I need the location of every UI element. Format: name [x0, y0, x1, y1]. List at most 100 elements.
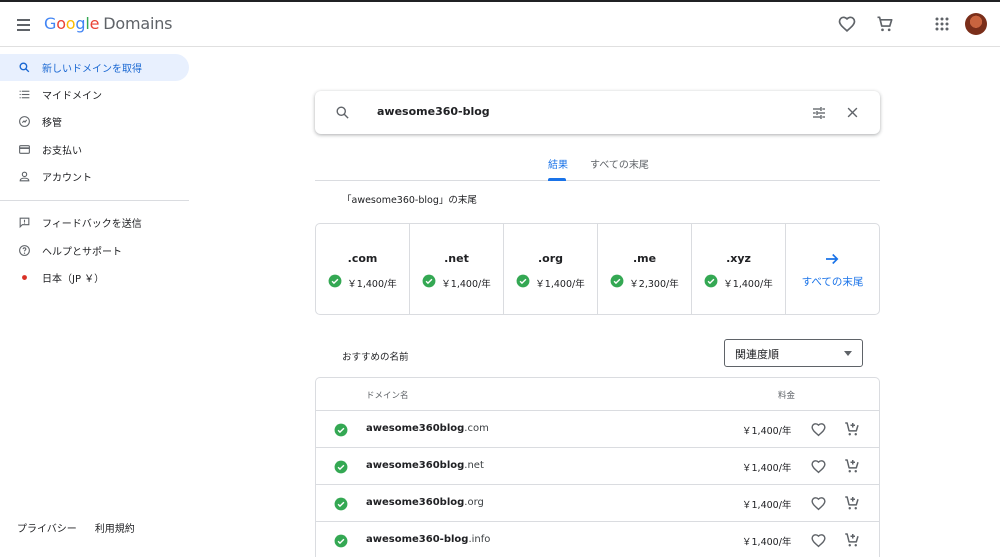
top-app-bar: Google Domains: [0, 0, 1000, 47]
sidebar-divider: [0, 200, 189, 201]
add-to-cart-icon[interactable]: [843, 494, 861, 516]
japan-flag-dot-icon: [17, 271, 31, 285]
all-endings-button[interactable]: すべての末尾: [786, 224, 879, 314]
domain-name: awesome360blog.org: [366, 497, 484, 508]
active-tab-indicator: [548, 178, 566, 181]
domain-tld: .net: [464, 460, 484, 471]
sidebar-item-billing[interactable]: お支払い: [0, 136, 189, 163]
heart-icon[interactable]: [810, 458, 827, 479]
sidebar-item-label: 新しいドメインを取得: [42, 64, 142, 75]
sidebar-item-transfer[interactable]: 移管: [0, 108, 189, 135]
domain-tld: .com: [464, 423, 489, 434]
credit-card-icon: [17, 143, 31, 157]
sort-dropdown[interactable]: 関連度順: [724, 339, 863, 367]
recommended-heading: おすすめの名前: [342, 352, 409, 363]
sidebar-item-get-domain[interactable]: 新しいドメインを取得: [0, 54, 189, 81]
available-check-icon: [422, 274, 436, 291]
apps-icon[interactable]: [932, 14, 952, 34]
heart-icon[interactable]: [810, 532, 827, 553]
filter-tune-icon[interactable]: [811, 105, 827, 125]
domain-search-box[interactable]: awesome360-blog: [315, 91, 880, 134]
available-check-icon: [516, 274, 530, 291]
available-check-icon: [334, 459, 348, 478]
sidebar-item-label: アカウント: [42, 173, 92, 184]
search-icon[interactable]: [335, 105, 350, 124]
tld-price: ￥1,400/年: [347, 278, 397, 290]
domain-name: awesome360blog.com: [366, 423, 489, 434]
domain-price: ￥1,400/年: [742, 537, 792, 548]
domain-base: awesome360blog: [366, 423, 465, 434]
list-icon: [17, 88, 31, 102]
domain-base: awesome360blog: [366, 497, 465, 508]
results-table: ドメイン名 料金 awesome360blog.com ￥1,400/年 awe…: [315, 377, 880, 557]
domain-price: ￥1,400/年: [742, 463, 792, 474]
sidebar-item-help[interactable]: ヘルプとサポート: [0, 237, 189, 264]
google-domains-logo[interactable]: Google Domains: [44, 14, 172, 33]
cart-icon[interactable]: [875, 14, 895, 34]
tld-name: .xyz: [726, 252, 751, 265]
search-input[interactable]: awesome360-blog: [377, 105, 490, 118]
table-row[interactable]: awesome360blog.net ￥1,400/年: [316, 448, 879, 485]
tab-results[interactable]: 結果: [548, 156, 568, 171]
tld-option[interactable]: .org ￥1,400/年: [504, 224, 598, 314]
add-to-cart-icon[interactable]: [843, 457, 861, 479]
heart-icon[interactable]: [810, 495, 827, 516]
domain-price: ￥1,400/年: [742, 426, 792, 437]
available-check-icon: [610, 274, 624, 291]
logo-letter: G: [44, 14, 57, 33]
tld-name: .com: [347, 252, 378, 265]
search-icon: [17, 61, 31, 75]
close-icon[interactable]: [845, 105, 860, 124]
sidebar-item-label: 移管: [42, 118, 62, 129]
avatar[interactable]: [965, 13, 987, 35]
available-check-icon: [328, 274, 342, 291]
sidebar-item-account[interactable]: アカウント: [0, 163, 189, 190]
chevron-down-icon: [844, 351, 852, 356]
privacy-link[interactable]: プライバシー: [17, 520, 77, 535]
available-check-icon: [704, 274, 718, 291]
tld-price: ￥2,300/年: [629, 278, 679, 290]
tld-option[interactable]: .com ￥1,400/年: [316, 224, 410, 314]
terms-link[interactable]: 利用規約: [95, 520, 135, 535]
tld-name: .org: [537, 252, 564, 265]
tab-all-endings[interactable]: すべての末尾: [590, 156, 649, 171]
logo-product-name: Domains: [103, 14, 173, 33]
domain-tld: .info: [468, 534, 491, 545]
sidebar-item-region[interactable]: 日本（JP ￥）: [0, 264, 189, 291]
heart-icon[interactable]: [810, 421, 827, 442]
domain-tld: .org: [464, 497, 484, 508]
tld-option[interactable]: .net ￥1,400/年: [410, 224, 504, 314]
menu-icon[interactable]: [14, 13, 36, 35]
add-to-cart-icon[interactable]: [843, 420, 861, 442]
available-check-icon: [334, 422, 348, 441]
sidebar-item-label: 日本（JP ￥）: [42, 274, 105, 285]
domain-name: awesome360blog.net: [366, 460, 484, 471]
arrow-right-icon: [823, 250, 841, 272]
column-header-price: 料金: [778, 391, 796, 401]
sort-selected-value: 関連度順: [735, 348, 779, 361]
tld-name: .me: [632, 252, 657, 265]
table-row[interactable]: awesome360blog.org ￥1,400/年: [316, 485, 879, 522]
logo-letter: o: [56, 14, 66, 33]
all-endings-label: すべての末尾: [801, 276, 864, 288]
domain-name: awesome360-blog.info: [366, 534, 490, 545]
tld-price: ￥1,400/年: [723, 278, 773, 290]
tld-option[interactable]: .xyz ￥1,400/年: [692, 224, 786, 314]
heart-icon[interactable]: [837, 14, 857, 34]
table-row[interactable]: awesome360-blog.info ￥1,400/年: [316, 522, 879, 557]
logo-letter: g: [75, 14, 86, 33]
sidebar-item-my-domains[interactable]: マイドメイン: [0, 81, 189, 108]
result-tabs: 結果 すべての末尾: [315, 150, 880, 181]
help-icon: [17, 244, 31, 258]
sidebar-item-label: フィードバックを送信: [42, 219, 142, 230]
tld-section-heading: 「awesome360-blog」の末尾: [342, 195, 477, 206]
domain-base: awesome360blog: [366, 460, 465, 471]
logo-letter: e: [89, 14, 100, 33]
sidebar-item-feedback[interactable]: フィードバックを送信: [0, 209, 189, 236]
add-to-cart-icon[interactable]: [843, 531, 861, 553]
table-row[interactable]: awesome360blog.com ￥1,400/年: [316, 411, 879, 448]
tld-option[interactable]: .me ￥2,300/年: [598, 224, 692, 314]
domain-base: awesome360-blog: [366, 534, 469, 545]
domain-price: ￥1,400/年: [742, 500, 792, 511]
sidebar-item-label: お支払い: [42, 146, 82, 157]
